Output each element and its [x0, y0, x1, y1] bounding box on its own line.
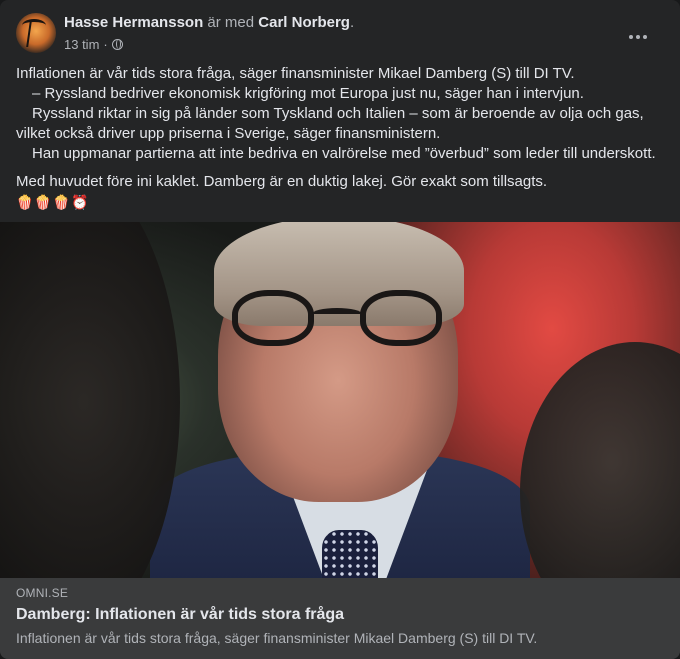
author-name[interactable]: Hasse Hermansson: [64, 14, 203, 31]
link-preview-image[interactable]: [0, 222, 680, 578]
link-description: Inflationen är vår tids stora fråga, säg…: [16, 630, 538, 646]
post-header: Hasse Hermansson är med Carl Norberg. 13…: [16, 13, 666, 57]
more-dot-icon: [643, 35, 647, 39]
tagged-name[interactable]: Carl Norberg: [258, 14, 350, 31]
feed-post: Hasse Hermansson är med Carl Norberg. 13…: [0, 0, 680, 659]
photo-lens-left: [232, 290, 314, 346]
link-title[interactable]: Damberg: Inflationen är vår tids stora f…: [16, 606, 344, 624]
more-dot-icon: [629, 35, 633, 39]
post-paragraph: Ryssland riktar in sig på länder som Tys…: [16, 105, 644, 142]
more-options-button[interactable]: [620, 23, 656, 51]
post-body: Inflationen är vår tids stora fråga, säg…: [16, 64, 666, 212]
post-paragraph: – Ryssland bedriver ekonomisk krigföring…: [32, 85, 584, 102]
author-avatar[interactable]: [16, 13, 56, 53]
post-author-line: Hasse Hermansson är med Carl Norberg.: [64, 14, 354, 31]
more-dot-icon: [636, 35, 640, 39]
link-domain: OMNI.SE: [16, 586, 69, 600]
link-preview-card[interactable]: OMNI.SE Damberg: Inflationen är vår tids…: [0, 578, 680, 659]
photo-lens-right: [360, 290, 442, 346]
globe-icon[interactable]: [111, 39, 123, 50]
post-comment: Med huvudet före ini kaklet. Damberg är …: [16, 173, 548, 190]
photo-bridge: [312, 308, 362, 320]
emoji-row: 🍿🍿🍿⏰: [16, 194, 90, 210]
photo-glasses: [232, 290, 442, 350]
tagged-suffix: .: [349, 14, 355, 31]
post-paragraph: Inflationen är vår tids stora fråga, säg…: [16, 65, 575, 82]
photo-tie: [322, 530, 378, 578]
palm-trunk-graphic: [26, 21, 48, 47]
with-text: är med: [207, 14, 255, 31]
photo-foreground-blur-left: [0, 222, 180, 578]
post-paragraph: Han uppmanar partierna att inte bedriva …: [32, 145, 656, 162]
post-meta: 13 tim ·: [64, 37, 123, 52]
post-timestamp[interactable]: 13 tim: [64, 37, 99, 52]
meta-separator: ·: [103, 37, 108, 52]
